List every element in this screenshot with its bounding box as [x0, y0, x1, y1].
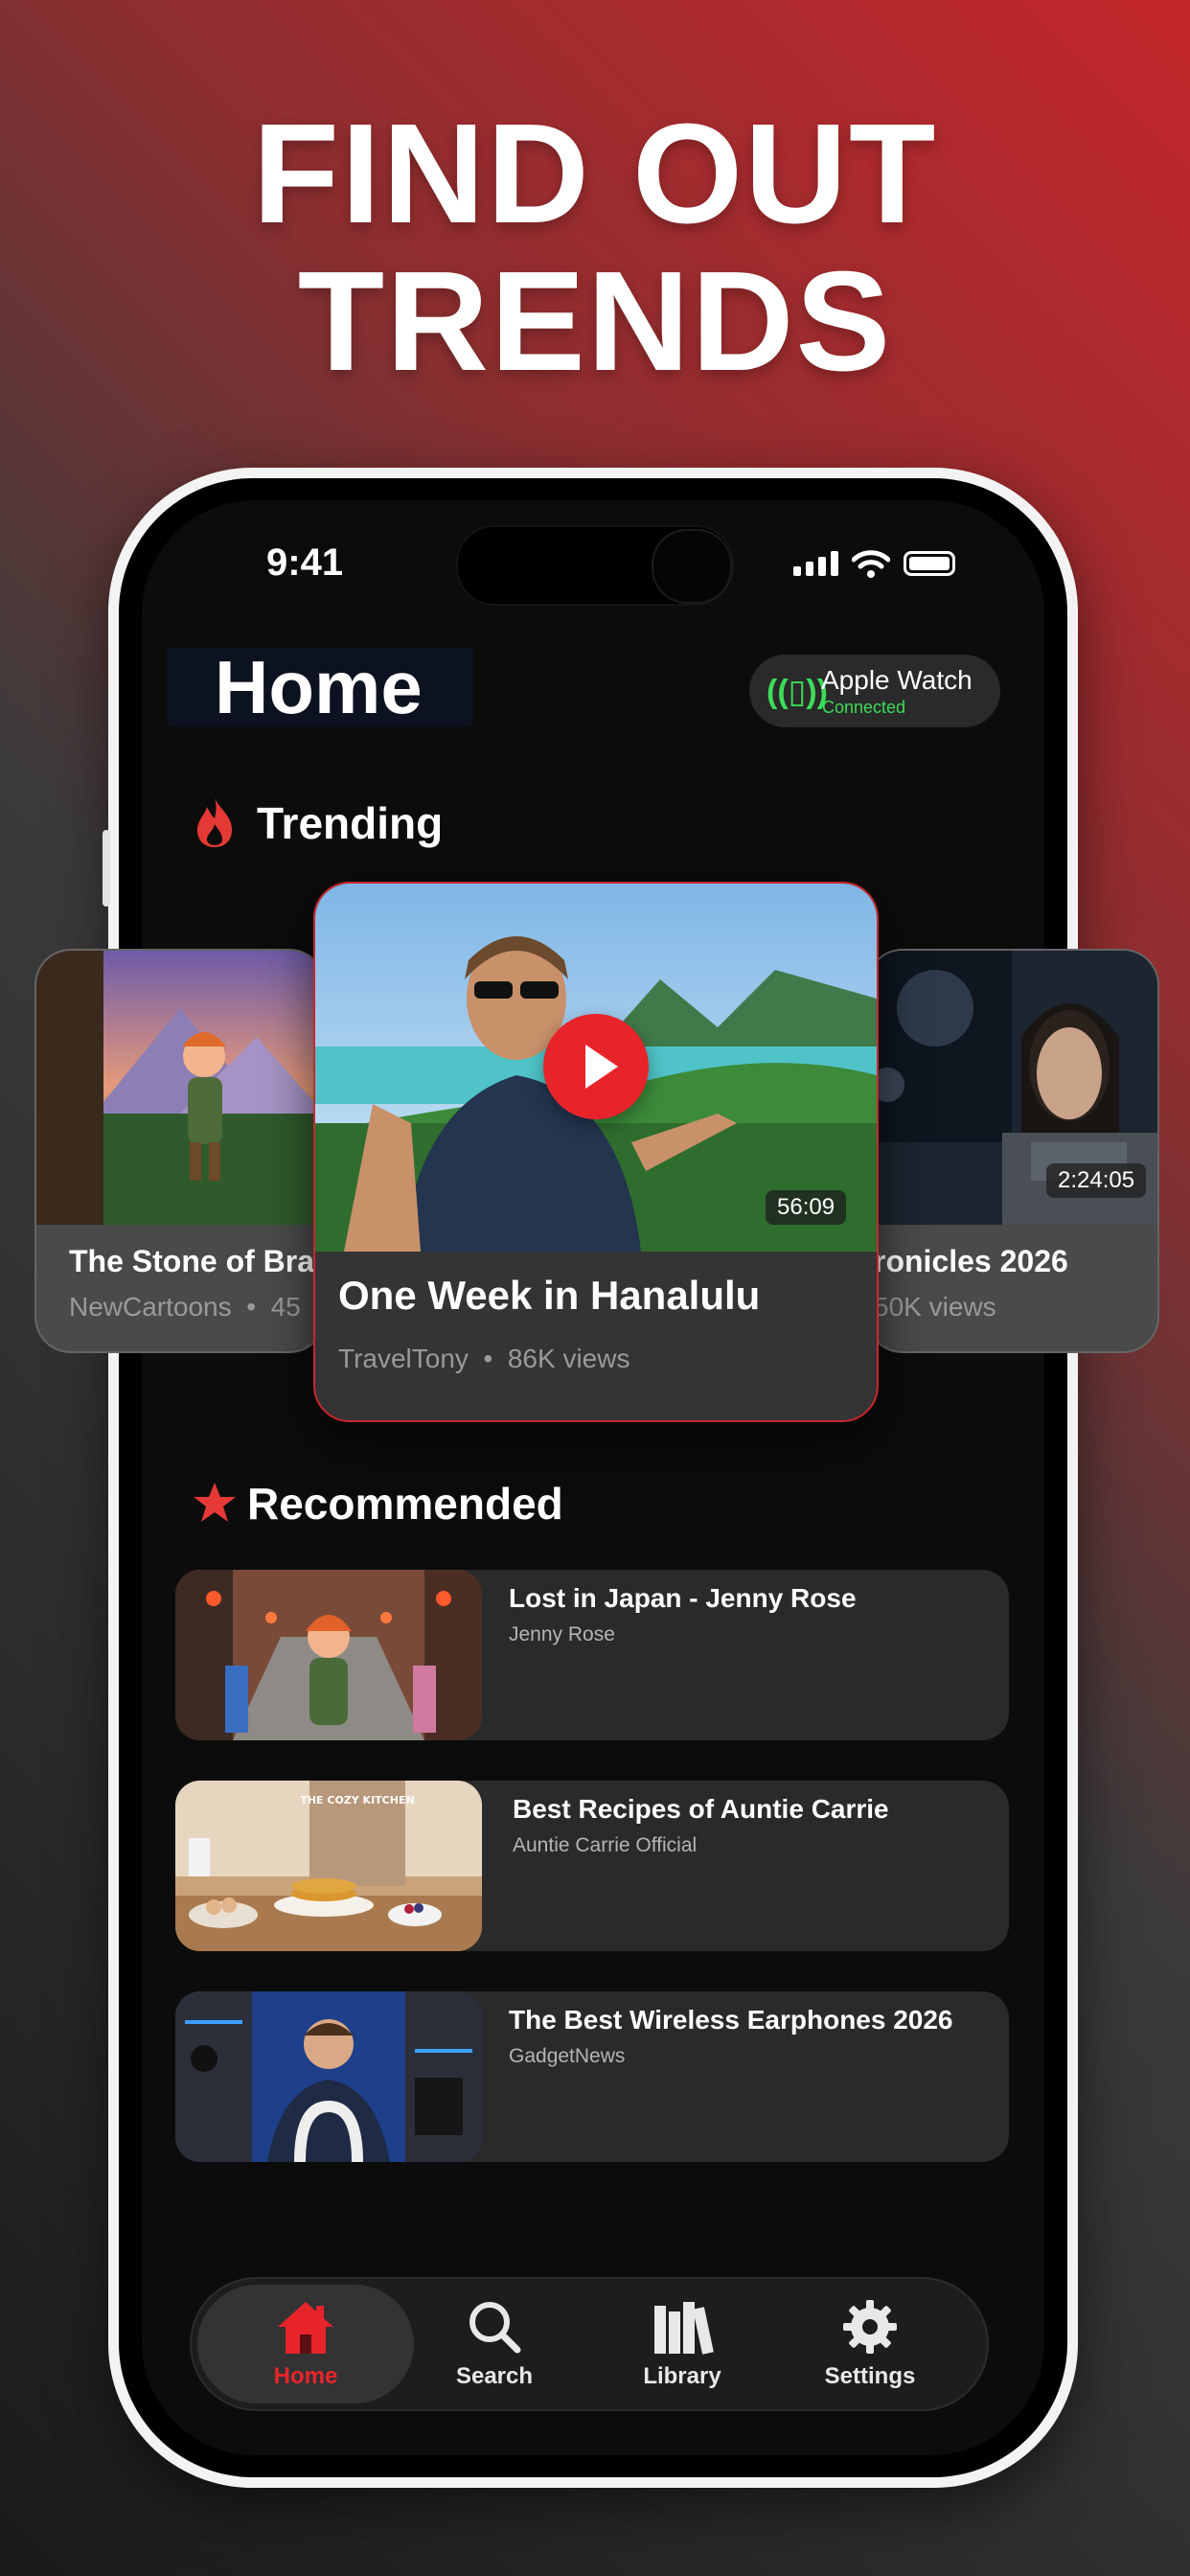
watch-connection-status: Connected: [822, 698, 906, 717]
item-channel: Auntie Carrie Official: [513, 1834, 698, 1856]
thumb-caption: THE COZY KITCHEN: [300, 1794, 414, 1806]
status-time: 9:41: [266, 541, 344, 584]
japan-thumbnail: [175, 1570, 482, 1740]
books-icon: [654, 2302, 714, 2355]
recommended-heading: Recommended: [247, 1479, 563, 1529]
card-channel: TravelTony: [338, 1344, 469, 1373]
headline-line-2: TRENDS: [297, 242, 893, 401]
tab-home[interactable]: Home: [219, 2298, 392, 2390]
play-button[interactable]: [543, 1014, 649, 1119]
gear-icon: [843, 2300, 897, 2354]
card-title: One Week in Hanalulu: [338, 1273, 761, 1318]
flame-icon: [197, 797, 232, 847]
trending-heading: Trending: [257, 798, 444, 848]
tab-label: Settings: [824, 2363, 916, 2389]
item-channel: GadgetNews: [509, 2045, 626, 2067]
meta-separator: •: [475, 1344, 501, 1373]
watch-vibrate-icon: ((▯)): [767, 674, 828, 710]
phone-side-button: [103, 830, 110, 907]
kitchen-thumbnail: THE COZY KITCHEN: [175, 1781, 482, 1951]
tab-label: Home: [273, 2363, 338, 2389]
star-icon: [194, 1483, 236, 1522]
recommended-item[interactable]: THE COZY KITCHEN Best Recipes of Auntie …: [175, 1781, 1009, 1951]
item-title: The Best Wireless Earphones 2026: [509, 2005, 953, 2035]
item-title: Best Recipes of Auntie Carrie: [513, 1794, 889, 1824]
card-title: The Stone of Brave: [69, 1244, 326, 1278]
item-channel: Jenny Rose: [509, 1623, 615, 1645]
battery-icon: [904, 551, 955, 576]
duration-badge: 2:24:05: [1046, 1163, 1147, 1198]
trending-card-featured[interactable]: 56:09 One Week in Hanalulu TravelTony • …: [313, 882, 879, 1422]
status-icons: [793, 549, 955, 578]
promo-headline: FIND OUT TRENDS: [0, 101, 1190, 396]
card-meta: TravelTony • 86K views: [338, 1344, 629, 1374]
tab-label: Library: [643, 2363, 721, 2389]
card-meta: NewCartoons • 45: [69, 1292, 301, 1322]
tab-library[interactable]: Library: [596, 2298, 768, 2390]
duration-badge: 56:09: [766, 1190, 847, 1225]
tab-settings[interactable]: Settings: [784, 2298, 956, 2390]
magnifier-icon: [469, 2302, 521, 2354]
item-title: Lost in Japan - Jenny Rose: [509, 1583, 857, 1613]
cartoon-thumbnail: [36, 951, 324, 1225]
trending-card-left[interactable]: The Stone of Brave NewCartoons • 45: [34, 949, 326, 1353]
card-views: 86K views: [507, 1344, 630, 1373]
trending-card-right[interactable]: 2:24:05 ronicles 2026 50K views: [866, 949, 1159, 1353]
meta-separator: •: [239, 1292, 263, 1322]
card-title: ronicles 2026: [874, 1244, 1068, 1278]
page-title: Home: [215, 645, 423, 729]
card-views: 50K views: [874, 1292, 996, 1322]
wifi-icon: [852, 550, 890, 578]
headline-line-1: FIND OUT: [252, 95, 938, 253]
card-channel: NewCartoons: [69, 1292, 232, 1322]
camera-cutout: [652, 529, 732, 604]
tab-search[interactable]: Search: [408, 2298, 581, 2390]
cellular-signal-icon: [793, 551, 838, 576]
recommended-item[interactable]: Lost in Japan - Jenny Rose Jenny Rose: [175, 1570, 1009, 1740]
house-icon: [278, 2302, 333, 2354]
watch-title: Apple Watch: [821, 665, 973, 695]
recommended-item[interactable]: The Best Wireless Earphones 2026 GadgetN…: [175, 1991, 1009, 2162]
card-views: 45: [270, 1292, 301, 1322]
gadget-thumbnail: [175, 1991, 482, 2162]
tab-label: Search: [455, 2363, 534, 2389]
